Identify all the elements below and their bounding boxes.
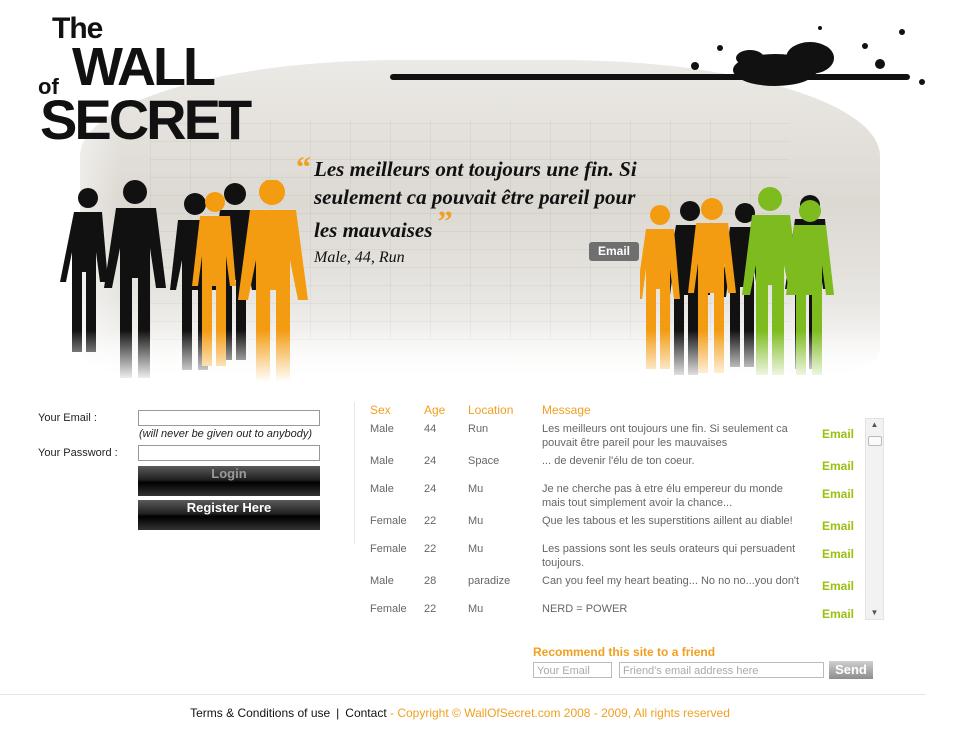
table-row: Male 44 Run Les meilleurs ont toujours u… <box>370 422 860 452</box>
cell-location: Mu <box>468 483 484 495</box>
terms-link[interactable]: Terms & Conditions of use <box>190 706 330 720</box>
cell-sex: Female <box>370 603 407 615</box>
cell-message: Je ne cherche pas à etre élu empereur du… <box>542 483 783 509</box>
cell-sex: Female <box>370 515 407 527</box>
quote-body: Les meilleurs ont toujours une fin. Si s… <box>314 157 637 242</box>
ink-splatter-icon <box>691 26 925 86</box>
cell-sex: Male <box>370 423 394 435</box>
logo-wall: WALL <box>72 37 216 97</box>
cell-age: 28 <box>424 575 437 587</box>
cell-age: 22 <box>424 515 437 527</box>
row-email-link[interactable]: Email <box>822 487 854 501</box>
cell-location: Run <box>468 423 489 435</box>
email-label: Your Email : <box>38 412 97 424</box>
cell-location: Mu <box>468 515 484 527</box>
footer-divider <box>0 694 926 695</box>
your-email-input[interactable]: Your Email <box>533 662 612 678</box>
cell-message: NERD = POWER <box>542 603 628 615</box>
login-button[interactable]: Login <box>138 466 320 496</box>
scroll-down-icon[interactable]: ▼ <box>866 607 883 619</box>
row-email-link[interactable]: Email <box>822 459 854 473</box>
logo-secret: SECRET <box>40 88 252 151</box>
email-field[interactable] <box>138 410 320 426</box>
copyright-text: - Copyright © WallOfSecret.com 2008 - 20… <box>390 706 730 720</box>
row-email-link[interactable]: Email <box>822 427 854 441</box>
friend-email-input[interactable]: Friend's email address here <box>619 662 824 678</box>
send-button[interactable]: Send <box>829 661 873 679</box>
cell-message: Can you feel my heart beating... No no n… <box>542 575 800 587</box>
col-header-sex[interactable]: Sex <box>370 403 391 417</box>
row-email-link[interactable]: Email <box>822 519 854 533</box>
cell-sex: Male <box>370 455 394 467</box>
cell-location: Mu <box>468 603 484 615</box>
recommend-title: Recommend this site to a friend <box>533 645 716 659</box>
site-logo[interactable]: The of WALL SECRET <box>38 10 252 150</box>
messages-scrollbar[interactable]: ▲ ▼ <box>865 418 884 620</box>
register-button[interactable]: Register Here <box>138 500 320 530</box>
email-privacy-note: (will never be given out to anybody) <box>139 428 313 440</box>
cell-message: Les meilleurs ont toujours une fin. Si s… <box>542 423 788 449</box>
cell-location: Mu <box>468 543 484 555</box>
cell-message: Que les tabous et les superstitions aill… <box>542 515 793 527</box>
table-row: Female 22 Mu Les passions sont les seuls… <box>370 542 860 572</box>
cell-age: 24 <box>424 455 437 467</box>
quote-text: Les meilleurs ont toujours une fin. Si s… <box>296 155 656 245</box>
contact-link[interactable]: Contact <box>345 706 386 720</box>
cell-location: Space <box>468 455 500 467</box>
row-email-link[interactable]: Email <box>822 579 854 593</box>
cell-sex: Female <box>370 543 407 555</box>
col-header-location[interactable]: Location <box>468 403 513 417</box>
cell-age: 22 <box>424 603 437 615</box>
col-header-message[interactable]: Message <box>542 403 591 417</box>
open-quote-icon: “ <box>296 151 311 184</box>
quote-email-button[interactable]: Email <box>589 242 639 261</box>
password-label: Your Password : <box>38 447 118 459</box>
scroll-up-icon[interactable]: ▲ <box>866 419 883 431</box>
cell-sex: Male <box>370 483 394 495</box>
cell-message: Les passions sont les seuls orateurs qui… <box>542 543 796 569</box>
password-field[interactable] <box>138 445 320 461</box>
cell-message: ... de devenir l'élu de ton coeur. <box>542 455 695 467</box>
row-email-link[interactable]: Email <box>822 547 854 561</box>
cell-location: paradize <box>468 575 511 587</box>
section-divider <box>354 402 355 544</box>
close-quote-icon: ” <box>437 205 453 238</box>
table-row: Male 24 Mu Je ne cherche pas à etre élu … <box>370 482 860 512</box>
row-email-link[interactable]: Email <box>822 607 854 621</box>
cell-age: 24 <box>424 483 437 495</box>
header-banner: The of WALL SECRET “ Les meilleurs ont t… <box>0 0 972 395</box>
table-row: Male 24 Space ... de devenir l'élu de to… <box>370 454 860 484</box>
table-row: Male 28 paradize Can you feel my heart b… <box>370 574 860 604</box>
table-row: Female 22 Mu NERD = POWER Email <box>370 602 860 622</box>
table-row: Female 22 Mu Que les tabous et les super… <box>370 514 860 544</box>
footer: Terms & Conditions of use | Contact - Copy… <box>0 706 920 720</box>
scroll-thumb[interactable] <box>868 436 882 446</box>
cell-age: 44 <box>424 423 437 435</box>
banner-bottom-fade <box>0 330 972 395</box>
footer-separator: | <box>336 706 340 720</box>
col-header-age[interactable]: Age <box>424 403 445 417</box>
cell-age: 22 <box>424 543 437 555</box>
cell-sex: Male <box>370 575 394 587</box>
